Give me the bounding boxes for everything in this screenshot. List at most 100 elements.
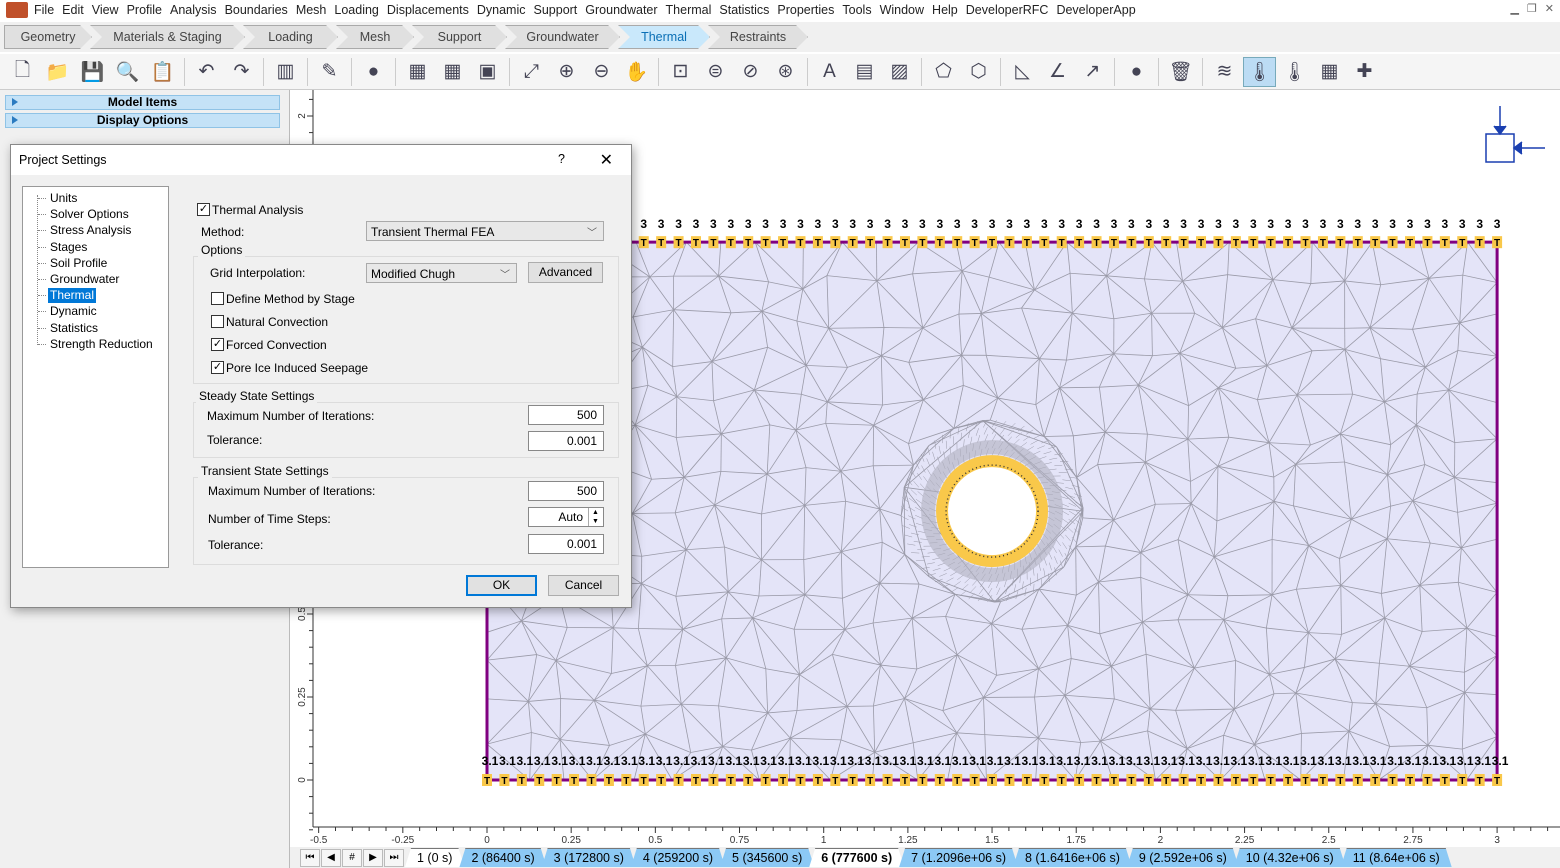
material-layers-button[interactable]: ≋: [1208, 57, 1241, 87]
tree-item-thermal[interactable]: Thermal: [37, 288, 97, 304]
steady-max-iterations-input[interactable]: 500: [528, 405, 604, 425]
measure-angle-button[interactable]: ◺: [1006, 57, 1039, 87]
pan-button[interactable]: ✋: [620, 57, 653, 87]
menu-edit[interactable]: Edit: [62, 3, 92, 17]
edit-button[interactable]: ✎: [313, 57, 346, 87]
menu-loading[interactable]: Loading: [334, 3, 387, 17]
model-items-bar[interactable]: Model Items: [5, 95, 280, 110]
help-button[interactable]: ?: [558, 152, 565, 166]
calculator-button[interactable]: ▦: [401, 57, 434, 87]
restore-icon[interactable]: ❐: [1527, 2, 1537, 15]
menu-view[interactable]: View: [92, 3, 127, 17]
menu-properties[interactable]: Properties: [777, 3, 842, 17]
menu-boundaries[interactable]: Boundaries: [225, 3, 296, 17]
grid-table-button[interactable]: ▦: [1313, 57, 1346, 87]
color-wheel-button[interactable]: ●: [357, 57, 390, 87]
stage-tab[interactable]: 7 (1.2096e+06 s): [899, 848, 1018, 867]
display-options-bar[interactable]: Display Options: [5, 113, 280, 128]
zoom-previous-button[interactable]: ⊘: [734, 57, 767, 87]
stage-tab[interactable]: 9 (2.592e+06 s): [1127, 848, 1239, 867]
next-stage-button[interactable]: ▶: [363, 848, 383, 867]
tree-item-solver-options[interactable]: Solver Options: [38, 207, 131, 222]
polygon-button[interactable]: ⬡: [962, 57, 995, 87]
time-steps-spinner[interactable]: ▲ ▼: [588, 508, 602, 526]
first-stage-button[interactable]: ⏮: [300, 848, 320, 867]
redo-button[interactable]: ↷: [225, 57, 258, 87]
forced-convection-checkbox[interactable]: ✓: [211, 338, 224, 351]
stage-tab[interactable]: 10 (4.32e+06 s): [1234, 848, 1346, 867]
last-stage-button[interactable]: ⏭: [384, 848, 404, 867]
tree-item-stress-analysis[interactable]: Stress Analysis: [37, 223, 133, 238]
workflow-tab-mesh[interactable]: Mesh: [336, 25, 414, 49]
menu-developerapp[interactable]: DeveloperApp: [1056, 3, 1143, 17]
text-box-button[interactable]: A: [813, 57, 846, 87]
menu-mesh[interactable]: Mesh: [296, 3, 335, 17]
workflow-tab-materials-staging[interactable]: Materials & Staging: [90, 25, 245, 49]
arrow-button[interactable]: ↗: [1076, 57, 1109, 87]
menu-thermal[interactable]: Thermal: [666, 3, 720, 17]
stage-number-button[interactable]: #: [342, 848, 362, 867]
workflow-tab-groundwater[interactable]: Groundwater: [505, 25, 620, 49]
workflow-tab-geometry[interactable]: Geometry: [4, 25, 92, 49]
zoom-in-button[interactable]: ⊕: [550, 57, 583, 87]
menu-window[interactable]: Window: [880, 3, 932, 17]
image-button[interactable]: ▨: [883, 57, 916, 87]
tree-item-statistics[interactable]: Statistics: [37, 321, 100, 336]
split-view-button[interactable]: ▥: [269, 57, 302, 87]
tree-item-strength-reduction[interactable]: Strength Reduction: [38, 337, 155, 352]
menu-analysis[interactable]: Analysis: [170, 3, 225, 17]
natural-convection-checkbox[interactable]: [211, 315, 224, 328]
thermal-analysis-checkbox[interactable]: ✓: [197, 203, 210, 216]
minimize-icon[interactable]: ▁: [1510, 2, 1518, 15]
print-preview-button[interactable]: 🔍: [111, 57, 144, 87]
workflow-tab-restraints[interactable]: Restraints: [708, 25, 808, 49]
menu-support[interactable]: Support: [534, 3, 586, 17]
stage-tab[interactable]: 5 (345600 s): [720, 848, 814, 867]
close-icon[interactable]: ✕: [1545, 2, 1554, 15]
cancel-button[interactable]: Cancel: [548, 575, 619, 596]
zoom-window-button[interactable]: ⊡: [664, 57, 697, 87]
compute-button[interactable]: ▣: [471, 57, 504, 87]
menu-tools[interactable]: Tools: [842, 3, 879, 17]
polyline-button[interactable]: ⬠: [927, 57, 960, 87]
undo-button[interactable]: ↶: [190, 57, 223, 87]
calculator-2-button[interactable]: ▦: [436, 57, 469, 87]
new-file-button[interactable]: 🗋: [6, 57, 39, 87]
close-button[interactable]: ✕: [600, 150, 613, 170]
define-method-by-stage-checkbox[interactable]: [211, 292, 224, 305]
stage-tab[interactable]: 1 (0 s): [405, 848, 464, 867]
export-button[interactable]: 📋: [146, 57, 179, 87]
menu-dynamic[interactable]: Dynamic: [477, 3, 534, 17]
workflow-tab-support[interactable]: Support: [412, 25, 507, 49]
tree-item-units[interactable]: Units: [37, 191, 79, 206]
stage-tab[interactable]: 6 (777600 s): [809, 848, 904, 867]
tree-item-dynamic[interactable]: Dynamic: [38, 304, 99, 319]
stage-tab[interactable]: 8 (1.6416e+06 s): [1013, 848, 1132, 867]
transient-tolerance-input[interactable]: 0.001: [528, 534, 604, 554]
ok-button[interactable]: OK: [466, 575, 537, 596]
advanced-button[interactable]: Advanced: [528, 262, 603, 283]
open-folder-button[interactable]: 📁: [41, 57, 74, 87]
add-point-button[interactable]: ✚: [1348, 57, 1381, 87]
temperature-button[interactable]: 🌡: [1278, 57, 1311, 87]
menu-profile[interactable]: Profile: [127, 3, 170, 17]
zoom-out-button[interactable]: ⊖: [585, 57, 618, 87]
menu-groundwater[interactable]: Groundwater: [585, 3, 665, 17]
workflow-tab-loading[interactable]: Loading: [243, 25, 338, 49]
delete-button[interactable]: 🗑: [1164, 57, 1197, 87]
steady-tolerance-input[interactable]: 0.001: [528, 431, 604, 451]
zoom-extents-button[interactable]: ⊜: [699, 57, 732, 87]
menu-help[interactable]: Help: [932, 3, 966, 17]
tree-item-stages[interactable]: Stages: [37, 240, 89, 255]
tree-item-soil-profile[interactable]: Soil Profile: [37, 256, 109, 271]
zoom-lock-button[interactable]: ⊛: [769, 57, 802, 87]
tree-item-groundwater[interactable]: Groundwater: [37, 272, 121, 287]
pore-ice-induced-seepage-checkbox[interactable]: ✓: [211, 361, 224, 374]
thermal-boundary-button[interactable]: 🌡: [1243, 56, 1276, 87]
sphere-button[interactable]: ●: [1120, 57, 1153, 87]
stage-tab[interactable]: 2 (86400 s): [459, 848, 546, 867]
menu-developerrfc[interactable]: DeveloperRFC: [966, 3, 1057, 17]
grid-interpolation-select[interactable]: Modified Chugh ﹀: [366, 263, 517, 283]
save-button[interactable]: 💾: [76, 57, 109, 87]
stage-tab[interactable]: 4 (259200 s): [631, 848, 725, 867]
